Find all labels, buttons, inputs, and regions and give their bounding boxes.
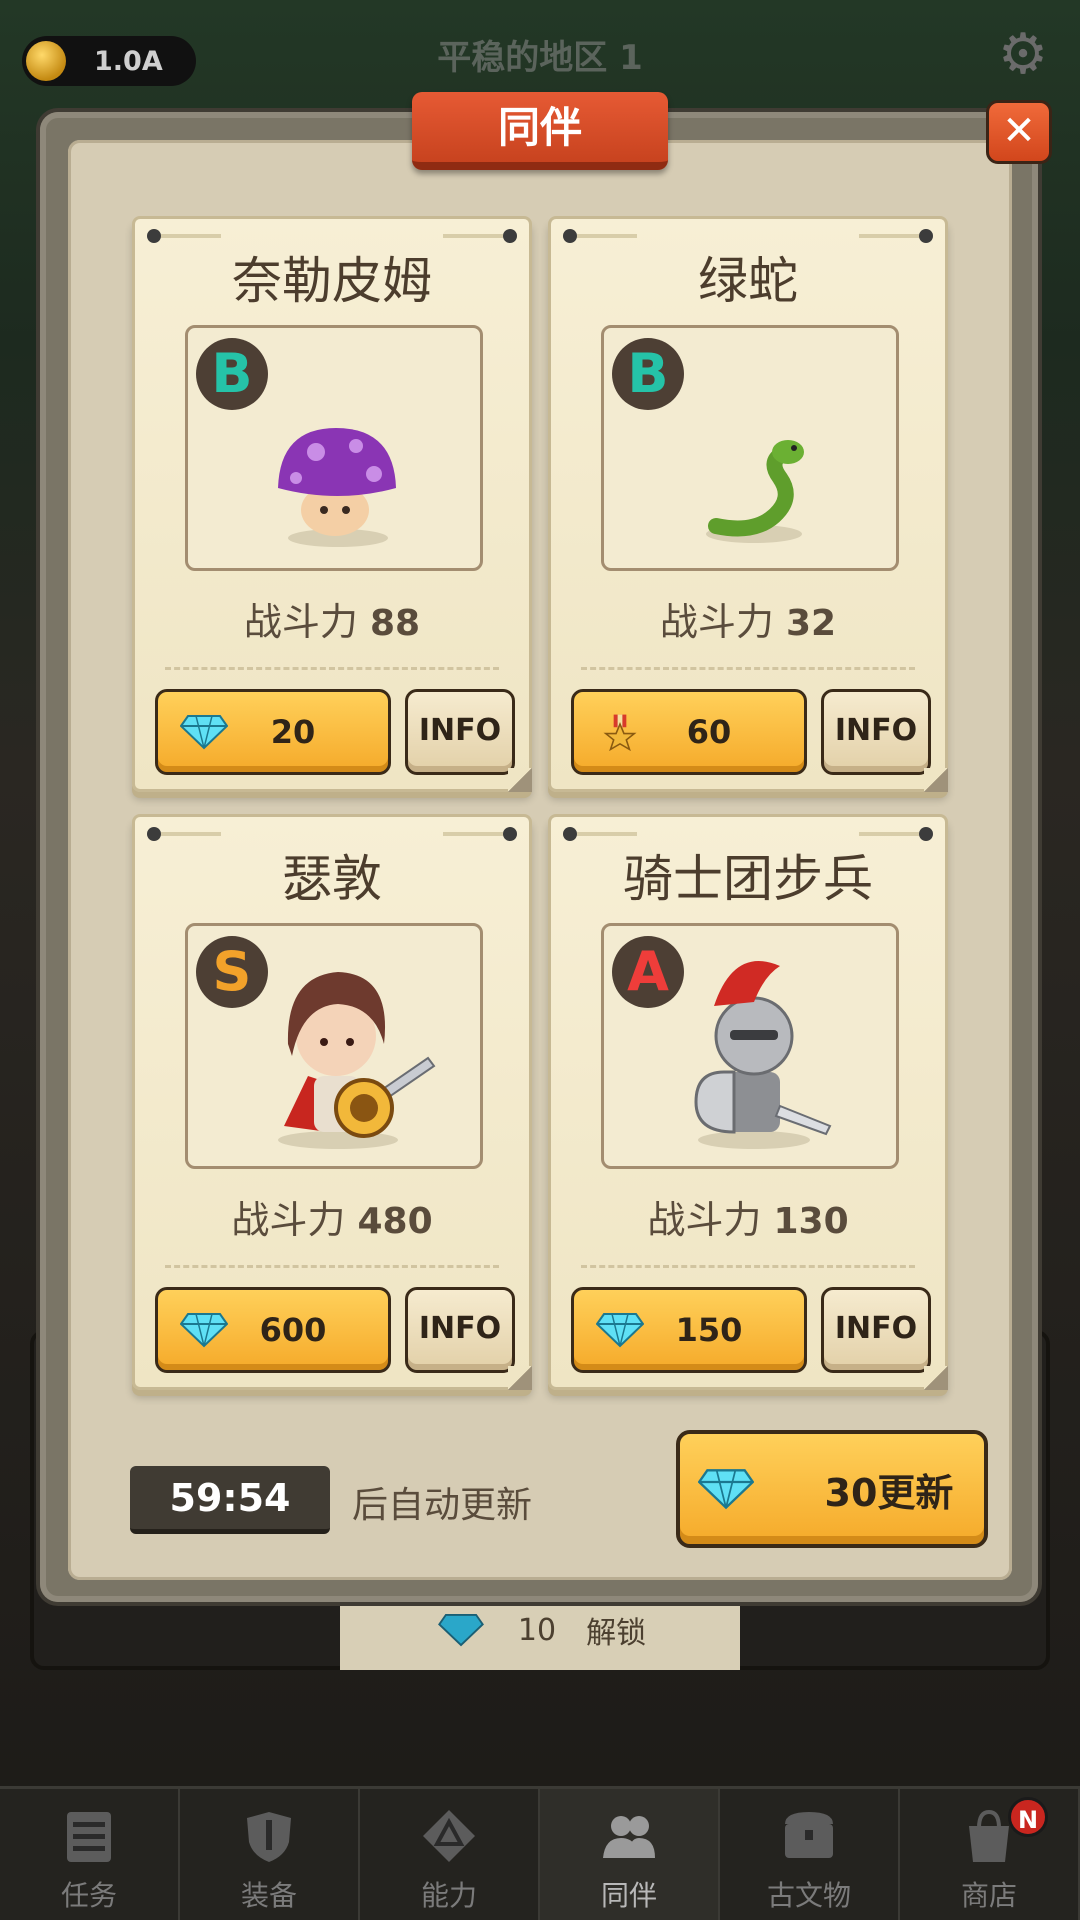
power-label: 战斗力 — [647, 1198, 762, 1242]
power-value: 88 — [370, 603, 421, 644]
artifact-icon — [785, 1812, 833, 1858]
nav-label: 任务 — [60, 1879, 117, 1912]
companion-card: 瑟敦 S 战斗力 480 600 INFO — [132, 814, 532, 1390]
equipment-icon — [247, 1812, 291, 1862]
companion-portrait: B — [601, 325, 899, 571]
companion-icon — [603, 1816, 655, 1858]
unlock-label: 解锁 — [586, 1616, 647, 1651]
diamond-icon — [437, 1613, 484, 1647]
companion-name: 骑士团步兵 — [623, 850, 873, 908]
combat-power: 战斗力 88 — [135, 591, 529, 646]
recruit-button[interactable]: 150 — [571, 1287, 807, 1373]
background-unlock-slot: 10 解锁 — [340, 1590, 740, 1670]
companion-name: 瑟敦 — [282, 850, 382, 908]
rank-badge: S — [196, 936, 268, 1008]
recruit-cost: 60 — [686, 713, 732, 751]
diamond-icon — [596, 1313, 644, 1348]
companion-name: 绿蛇 — [698, 252, 798, 310]
nav-item-companion[interactable]: 同伴 — [540, 1789, 720, 1920]
nav-item-shop[interactable]: 商店 N — [900, 1789, 1080, 1920]
recruit-button[interactable]: 60 — [571, 689, 807, 775]
auto-refresh-text: 后自动更新 — [352, 1485, 533, 1526]
info-button[interactable]: INFO — [821, 689, 931, 775]
medal-icon — [603, 714, 637, 751]
diamond-icon — [180, 715, 228, 750]
ability-icon — [423, 1810, 475, 1862]
info-button[interactable]: INFO — [405, 689, 515, 775]
nav-label: 古文物 — [766, 1879, 851, 1912]
nav-item-artifact[interactable]: 古文物 — [720, 1789, 900, 1920]
power-value: 130 — [773, 1201, 849, 1242]
nav-item-equipment[interactable]: 装备 — [180, 1789, 360, 1920]
nav-label: 装备 — [240, 1879, 297, 1912]
nav-label: 同伴 — [600, 1879, 657, 1912]
recruit-button[interactable]: 600 — [155, 1287, 391, 1373]
power-value: 32 — [786, 603, 837, 644]
settings-gear-icon[interactable]: ⚙ — [994, 26, 1052, 84]
nav-item-quest[interactable]: 任务 — [0, 1789, 180, 1920]
notification-badge: N — [1008, 1797, 1048, 1837]
info-button[interactable]: INFO — [821, 1287, 931, 1373]
companion-portrait: B — [185, 325, 483, 571]
power-label: 战斗力 — [243, 600, 358, 644]
info-button[interactable]: INFO — [405, 1287, 515, 1373]
refresh-label: 30更新 — [824, 1470, 954, 1515]
region-title: 平稳的地区 1 — [437, 38, 643, 78]
companion-card: 奈勒皮姆 B 战斗力 88 20 INFO — [132, 216, 532, 792]
recruit-cost: 600 — [259, 1311, 327, 1349]
combat-power: 战斗力 130 — [551, 1189, 945, 1244]
rank-badge: B — [612, 338, 684, 410]
recruit-button[interactable]: 20 — [155, 689, 391, 775]
rank-badge: B — [196, 338, 268, 410]
power-label: 战斗力 — [231, 1198, 346, 1242]
close-button[interactable]: ✕ — [986, 100, 1052, 164]
refresh-timer: 59:54 — [130, 1466, 330, 1534]
combat-power: 战斗力 480 — [135, 1189, 529, 1244]
recruit-cost: 150 — [675, 1311, 743, 1349]
rank-badge: A — [612, 936, 684, 1008]
power-value: 480 — [357, 1201, 433, 1242]
modal-title: 同伴 — [412, 92, 668, 170]
companion-portrait: A — [601, 923, 899, 1169]
nav-item-ability[interactable]: 能力 — [360, 1789, 540, 1920]
diamond-icon — [180, 1313, 228, 1348]
companion-portrait: S — [185, 923, 483, 1169]
combat-power: 战斗力 32 — [551, 591, 945, 646]
unlock-cost: 10 — [517, 1612, 557, 1648]
companion-card: 绿蛇 B 战斗力 32 60 INFO — [548, 216, 948, 792]
recruit-cost: 20 — [270, 713, 316, 751]
nav-label: 能力 — [420, 1879, 477, 1912]
bottom-nav: 任务 装备 能力 同伴 古文物 商店 N — [0, 1786, 1080, 1920]
power-label: 战斗力 — [659, 600, 774, 644]
nav-label: 商店 — [960, 1879, 1017, 1912]
refresh-button[interactable]: 30更新 — [676, 1430, 988, 1548]
quest-icon — [67, 1812, 111, 1862]
companion-card: 骑士团步兵 A 战斗力 130 150 INFO — [548, 814, 948, 1390]
companion-name: 奈勒皮姆 — [232, 252, 432, 310]
diamond-icon — [698, 1469, 754, 1510]
